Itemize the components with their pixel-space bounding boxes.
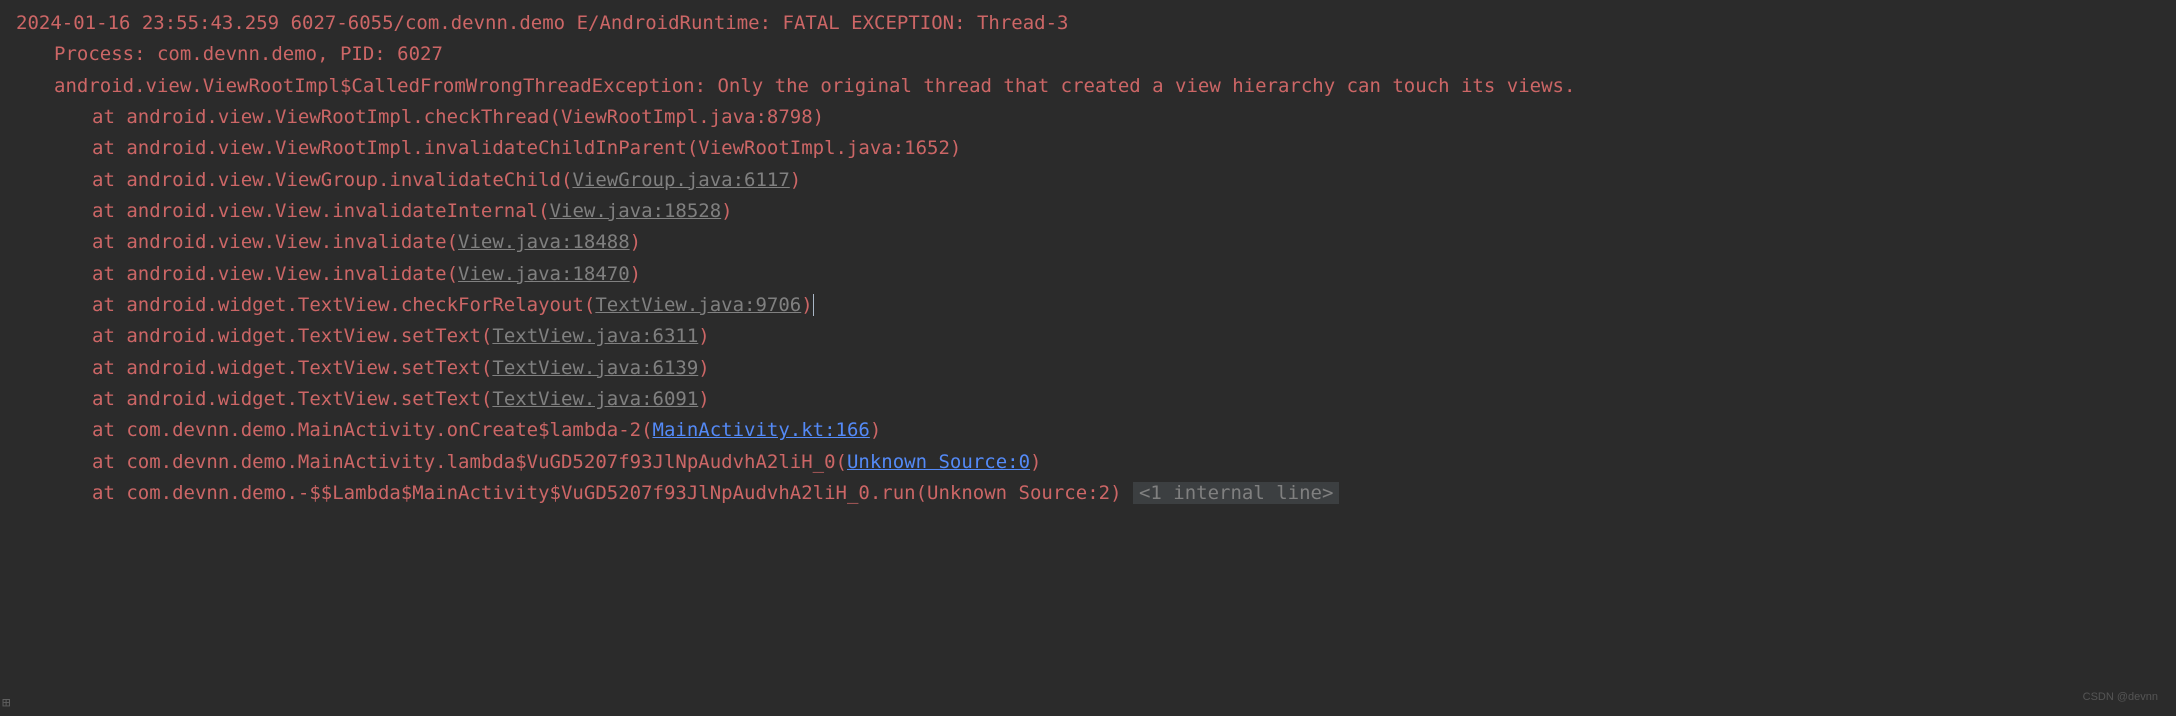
stack-frame: at com.devnn.demo.-$$Lambda$MainActivity… <box>16 478 2160 509</box>
stack-text: at com.devnn.demo.-$$Lambda$MainActivity… <box>92 482 1122 504</box>
stack-frame: at android.widget.TextView.setText(TextV… <box>16 321 2160 352</box>
log-output: 2024-01-16 23:55:43.259 6027-6055/com.de… <box>16 8 2160 510</box>
stack-text: at android.view.ViewRootImpl.invalidateC… <box>92 137 961 159</box>
stack-frame: at android.view.ViewRootImpl.invalidateC… <box>16 133 2160 164</box>
stack-text: at android.widget.TextView.setText( <box>92 325 492 347</box>
stack-frame: at android.view.View.invalidateInternal(… <box>16 196 2160 227</box>
process-line: Process: com.devnn.demo, PID: 6027 <box>16 39 2160 70</box>
stack-frame: at android.view.ViewRootImpl.checkThread… <box>16 102 2160 133</box>
stack-frame: at com.devnn.demo.MainActivity.onCreate$… <box>16 415 2160 446</box>
stack-text: ) <box>698 357 709 379</box>
stack-text: at com.devnn.demo.MainActivity.onCreate$… <box>92 419 653 441</box>
stack-frame: at android.widget.TextView.setText(TextV… <box>16 353 2160 384</box>
stack-frame: at android.widget.TextView.setText(TextV… <box>16 384 2160 415</box>
stack-frame: at com.devnn.demo.MainActivity.lambda$Vu… <box>16 447 2160 478</box>
stack-frame: at android.view.View.invalidate(View.jav… <box>16 227 2160 258</box>
stack-text: at android.view.View.invalidate( <box>92 263 458 285</box>
log-header: 2024-01-16 23:55:43.259 6027-6055/com.de… <box>16 8 2160 39</box>
source-link[interactable]: View.java:18470 <box>458 263 630 285</box>
source-link[interactable]: TextView.java:6091 <box>492 388 698 410</box>
package: com.devnn.demo <box>405 12 565 34</box>
stack-frame: at android.widget.TextView.checkForRelay… <box>16 290 2160 321</box>
stack-text: ) <box>630 231 641 253</box>
exception-line: android.view.ViewRootImpl$CalledFromWron… <box>16 71 2160 102</box>
stack-text: at android.widget.TextView.setText( <box>92 388 492 410</box>
internal-line-hint[interactable]: <1 internal line> <box>1133 482 1339 504</box>
source-link[interactable]: View.java:18488 <box>458 231 630 253</box>
pid-tid: 6027-6055 <box>291 12 394 34</box>
source-link[interactable]: ViewGroup.java:6117 <box>572 169 789 191</box>
stack-text: ) <box>630 263 641 285</box>
stack-text: ) <box>721 200 732 222</box>
stack-text: at com.devnn.demo.MainActivity.lambda$Vu… <box>92 451 847 473</box>
header-message: FATAL EXCEPTION: Thread-3 <box>783 12 1069 34</box>
stack-frame: at android.view.View.invalidate(View.jav… <box>16 259 2160 290</box>
watermark: CSDN @devnn <box>2083 688 2158 706</box>
source-link[interactable]: TextView.java:6139 <box>492 357 698 379</box>
stack-text: ) <box>698 325 709 347</box>
stack-frame: at android.view.ViewGroup.invalidateChil… <box>16 165 2160 196</box>
stack-text: at android.widget.TextView.checkForRelay… <box>92 294 595 316</box>
source-link[interactable]: TextView.java:9706 <box>595 294 801 316</box>
stack-text: ) <box>698 388 709 410</box>
expand-icon[interactable]: ⊞ <box>2 692 14 704</box>
timestamp: 2024-01-16 23:55:43.259 <box>16 12 279 34</box>
source-link[interactable]: TextView.java:6311 <box>492 325 698 347</box>
stack-text: ) <box>790 169 801 191</box>
stack-text: ) <box>870 419 881 441</box>
stack-text: at android.view.View.invalidateInternal( <box>92 200 550 222</box>
source-link[interactable]: MainActivity.kt:166 <box>653 419 870 441</box>
source-link[interactable]: View.java:18528 <box>550 200 722 222</box>
stack-text: at android.widget.TextView.setText( <box>92 357 492 379</box>
stack-text: ) <box>801 294 813 316</box>
stack-text: ) <box>1030 451 1041 473</box>
stack-text: at android.view.ViewGroup.invalidateChil… <box>92 169 572 191</box>
source-link[interactable]: Unknown Source:0 <box>847 451 1030 473</box>
stack-text: at android.view.ViewRootImpl.checkThread… <box>92 106 824 128</box>
stack-trace: at android.view.ViewRootImpl.checkThread… <box>16 102 2160 509</box>
stack-text: at android.view.View.invalidate( <box>92 231 458 253</box>
log-tag: E/AndroidRuntime: <box>577 12 771 34</box>
